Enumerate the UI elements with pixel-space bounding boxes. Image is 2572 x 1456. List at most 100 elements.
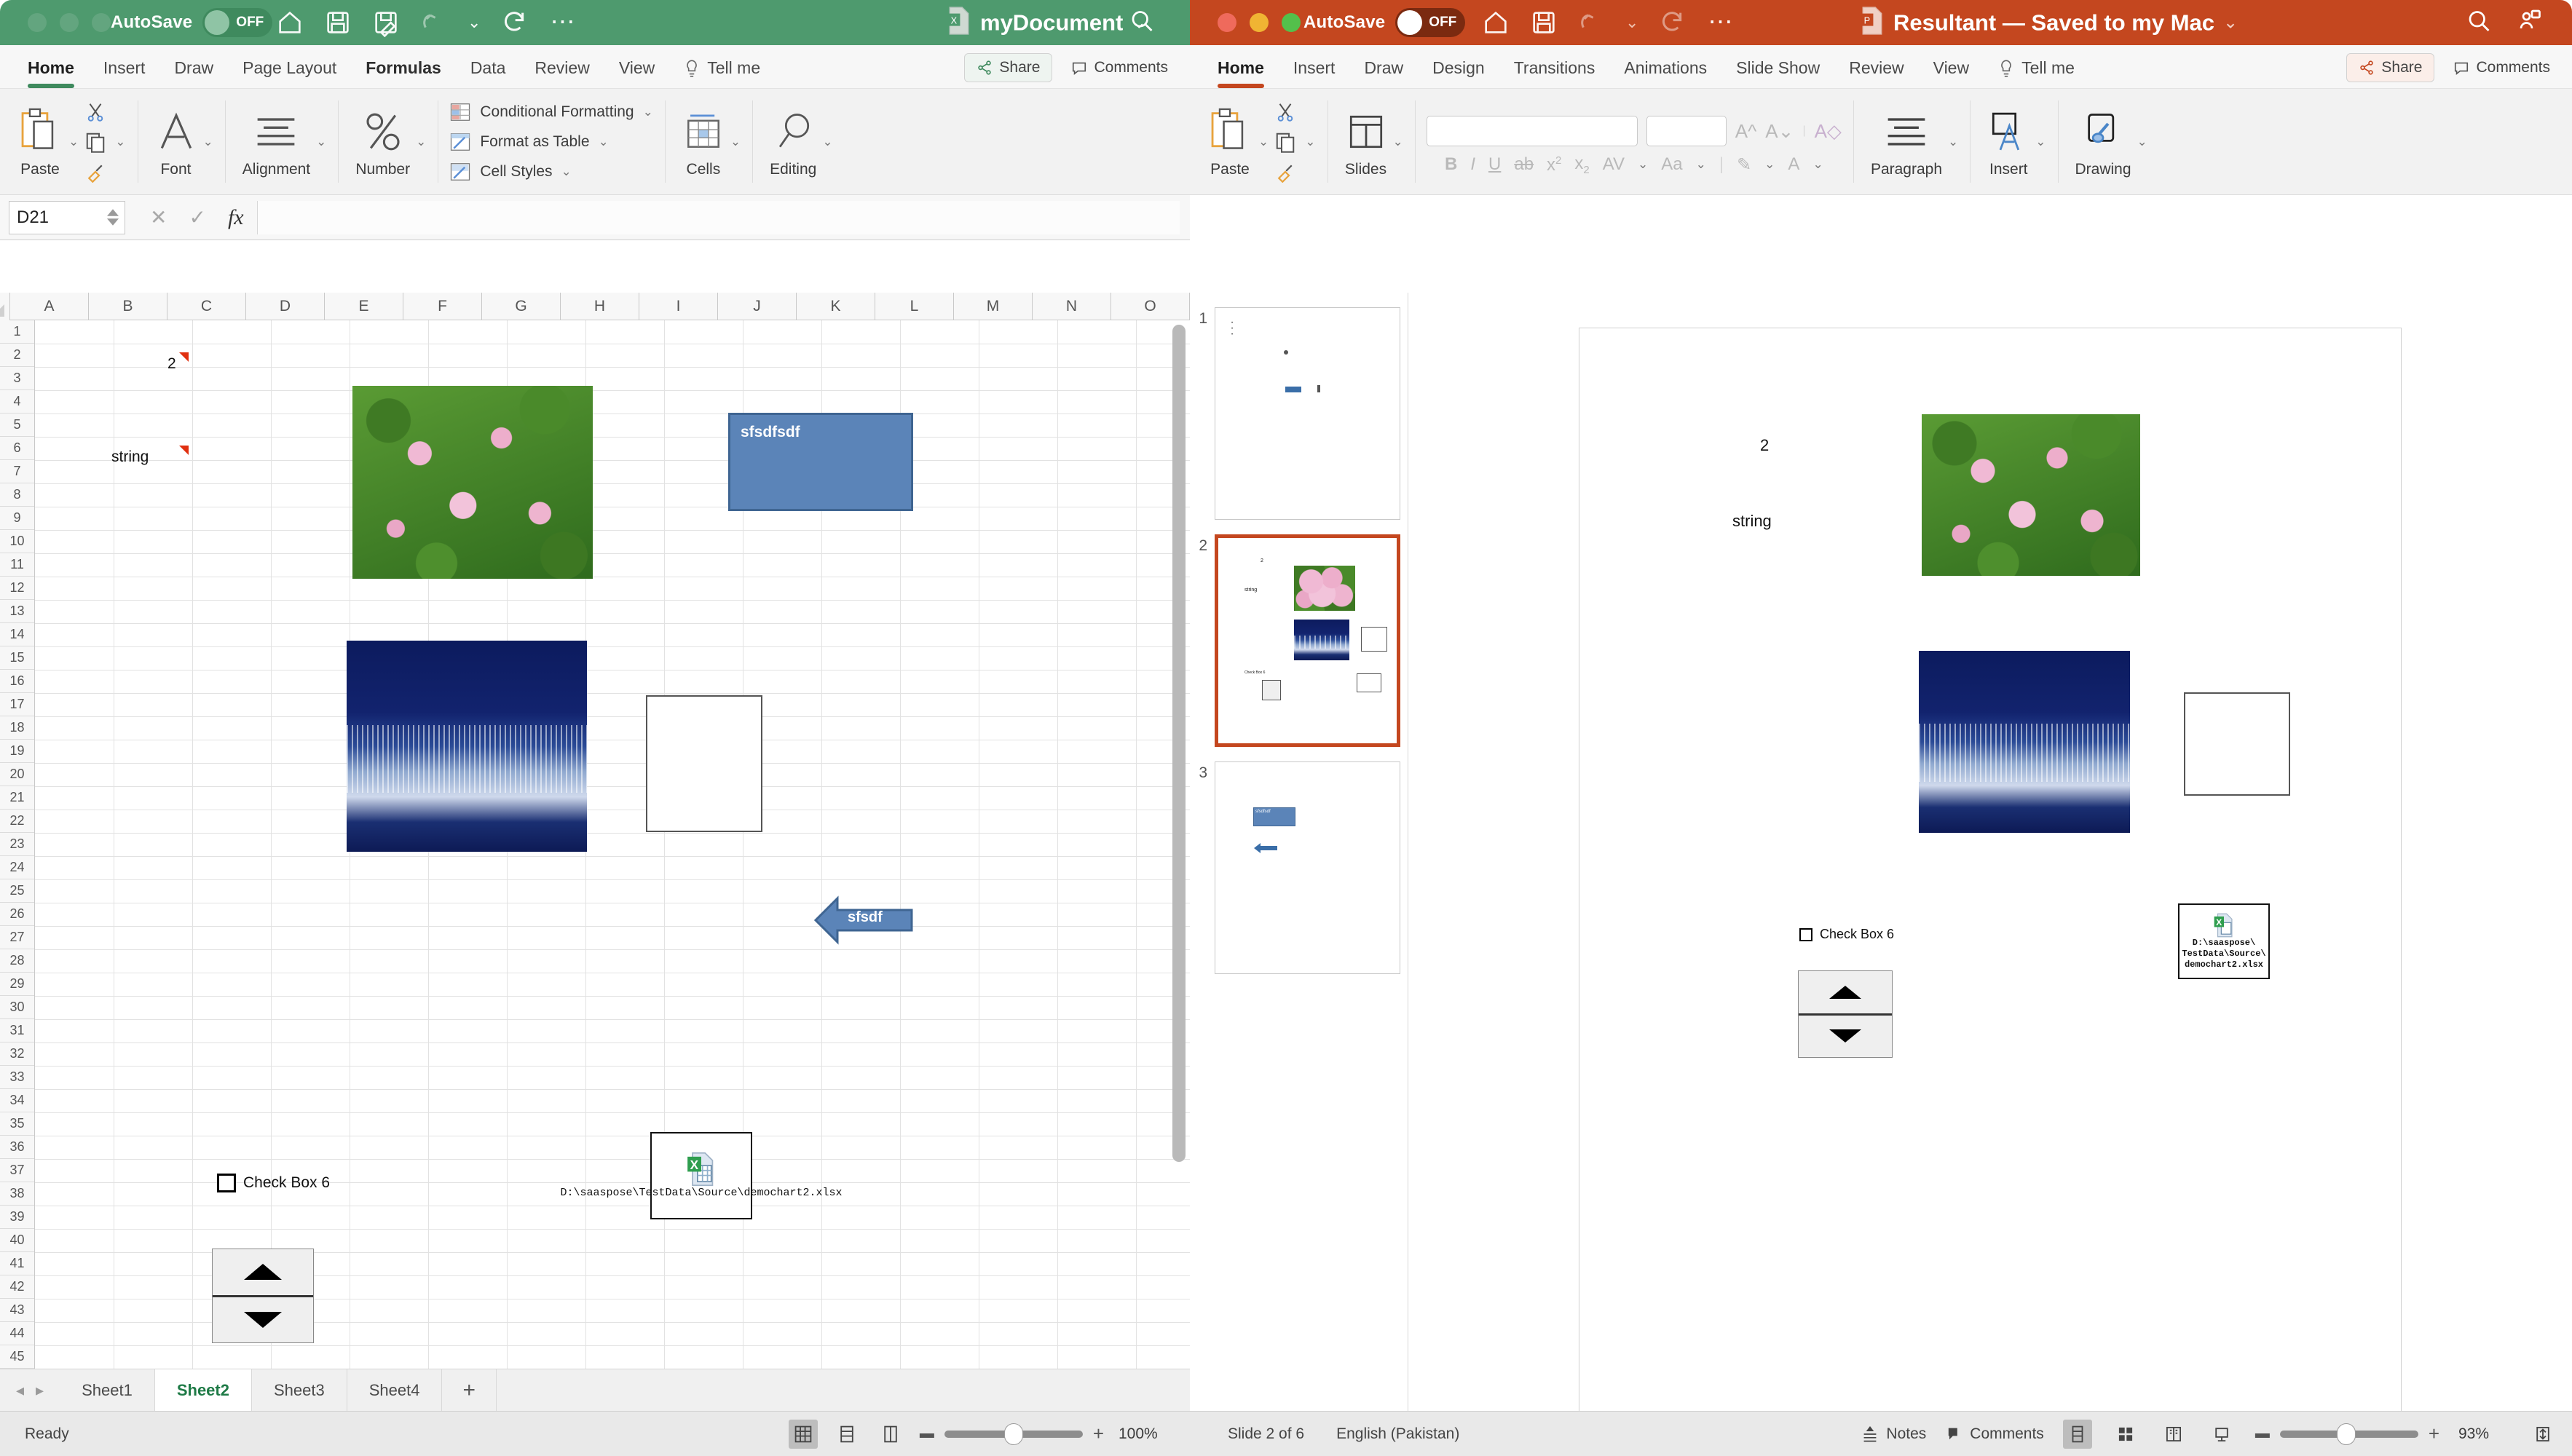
column-header-D[interactable]: D — [246, 293, 325, 320]
grid-cells[interactable]: 2 string sfsdfsdf sfsdf X D:\saaspose\Te… — [35, 320, 1190, 1369]
column-headers[interactable]: ABCDEFGHIJKLMNO — [0, 293, 1190, 320]
slide-check-box-6-control[interactable]: Check Box 6 — [1799, 927, 1894, 942]
font-size-input[interactable] — [1646, 116, 1727, 147]
row-headers[interactable]: 1 2 3 4 5 6 7 8 9 10 11 12 13 14 15 16 17 18 19 20 21 22 23 24 2… — [0, 320, 35, 1369]
spinner-up-button[interactable] — [213, 1249, 313, 1295]
close-button[interactable] — [28, 13, 47, 32]
clipboard-small-commands[interactable]: ⌄ — [1274, 101, 1316, 183]
current-slide[interactable]: 2 string Check Box 6 X D:\saaspose\ Test… — [1579, 328, 2402, 1456]
tab-animations[interactable]: Animations — [1609, 58, 1721, 88]
blue-forest-picture[interactable] — [347, 641, 587, 852]
sheet-nav-arrows[interactable]: ◂ ▸ — [0, 1369, 60, 1411]
row-header-8[interactable]: 8 — [0, 483, 34, 507]
autosave-toggle[interactable]: OFF — [1395, 8, 1466, 37]
font-color-chevron-icon[interactable]: ⌄ — [1812, 157, 1823, 172]
alignment-button[interactable]: Alignment — [237, 106, 316, 178]
home-icon[interactable] — [1481, 8, 1510, 37]
subscript-button[interactable]: x2 — [1574, 154, 1589, 176]
row-header-6[interactable]: 6 — [0, 437, 34, 460]
character-spacing-chevron-icon[interactable]: ⌄ — [1638, 157, 1648, 172]
row-header-36[interactable]: 36 — [0, 1136, 34, 1159]
drawing-button[interactable]: Drawing — [2070, 106, 2137, 178]
row-header-1[interactable]: 1 — [0, 320, 34, 344]
alignment-dropdown-chevron-icon[interactable]: ⌄ — [316, 135, 326, 149]
editing-button[interactable]: Editing — [764, 106, 822, 178]
row-header-42[interactable]: 42 — [0, 1275, 34, 1299]
row-header-19[interactable]: 19 — [0, 740, 34, 763]
tab-design[interactable]: Design — [1418, 58, 1499, 88]
share-button[interactable]: Share — [964, 53, 1053, 82]
underline-button[interactable]: U — [1488, 154, 1501, 175]
normal-view-button[interactable] — [788, 1419, 818, 1449]
minimize-button[interactable] — [1250, 13, 1269, 32]
row-header-13[interactable]: 13 — [0, 600, 34, 623]
zoom-in-icon[interactable]: + — [1093, 1423, 1104, 1445]
slide-blank-rectangle-shape[interactable] — [2184, 692, 2290, 796]
column-header-L[interactable]: L — [875, 293, 954, 320]
paste-dropdown-chevron-icon[interactable]: ⌄ — [68, 135, 79, 149]
row-header-14[interactable]: 14 — [0, 623, 34, 646]
row-header-22[interactable]: 22 — [0, 810, 34, 833]
clear-formatting-icon[interactable]: A◇ — [1815, 120, 1842, 143]
autosave-control[interactable]: AutoSave OFF — [111, 8, 273, 37]
name-box-spinner-icon[interactable] — [107, 209, 119, 226]
tab-home[interactable]: Home — [13, 58, 89, 88]
row-header-26[interactable]: 26 — [0, 903, 34, 926]
formula-bar-buttons[interactable]: ✕ ✓ fx — [150, 205, 244, 230]
tab-slide-show[interactable]: Slide Show — [1721, 58, 1834, 88]
save-as-icon[interactable] — [371, 8, 401, 37]
zoom-button[interactable] — [1282, 13, 1301, 32]
page-layout-view-button[interactable] — [832, 1420, 861, 1449]
paste-button[interactable]: Paste — [12, 106, 68, 178]
row-header-10[interactable]: 10 — [0, 530, 34, 553]
cut-button[interactable] — [84, 101, 125, 123]
row-header-24[interactable]: 24 — [0, 856, 34, 879]
slide-thumbnail-2[interactable]: 2 string Check Box 6 — [1215, 534, 1400, 747]
sheet-tab-sheet3[interactable]: Sheet3 — [252, 1369, 347, 1411]
notes-button[interactable]: Notes — [1861, 1425, 1926, 1443]
font-color-icon[interactable]: A — [1788, 154, 1799, 175]
reading-view-button[interactable] — [2159, 1420, 2188, 1449]
window-controls[interactable] — [28, 13, 111, 32]
autosave-toggle[interactable]: OFF — [202, 8, 273, 37]
more-options-icon[interactable]: ⋯ — [1705, 8, 1735, 37]
slide-sorter-view-button[interactable] — [2111, 1420, 2140, 1449]
highlight-color-icon[interactable]: ✎ — [1737, 154, 1751, 175]
row-header-12[interactable]: 12 — [0, 577, 34, 600]
row-header-28[interactable]: 28 — [0, 949, 34, 973]
row-header-37[interactable]: 37 — [0, 1159, 34, 1182]
column-header-M[interactable]: M — [954, 293, 1033, 320]
cell-B7[interactable]: string — [111, 448, 149, 466]
zoom-slider[interactable]: ▬ + — [920, 1423, 1104, 1445]
strikethrough-button[interactable]: ab — [1514, 154, 1534, 175]
paragraph-button[interactable]: Paragraph — [1865, 106, 1948, 178]
zoom-out-icon[interactable]: ▬ — [2255, 1425, 2270, 1442]
increase-font-size-icon[interactable]: A^ — [1735, 120, 1757, 143]
column-header-H[interactable]: H — [561, 293, 639, 320]
name-box[interactable]: D21 — [9, 200, 125, 234]
comments-button[interactable]: Comments — [1945, 1425, 2044, 1443]
tab-view[interactable]: View — [604, 58, 669, 88]
row-header-9[interactable]: 9 — [0, 507, 34, 530]
spinner-down-button[interactable] — [1799, 1013, 1892, 1057]
formula-bar[interactable]: D21 ✕ ✓ fx — [0, 195, 1190, 240]
zoom-knob[interactable] — [2336, 1423, 2356, 1445]
tab-tell-me[interactable]: Tell me — [669, 58, 775, 88]
decrease-font-size-icon[interactable]: A⌄ — [1765, 120, 1794, 143]
row-header-4[interactable]: 4 — [0, 390, 34, 414]
redo-icon[interactable] — [500, 8, 529, 37]
insert-function-icon[interactable]: fx — [228, 205, 244, 230]
row-header-7[interactable]: 7 — [0, 460, 34, 483]
zoom-in-icon[interactable]: + — [2429, 1423, 2439, 1445]
row-header-5[interactable]: 5 — [0, 414, 34, 437]
column-header-I[interactable]: I — [639, 293, 718, 320]
row-header-27[interactable]: 27 — [0, 926, 34, 949]
zoom-out-icon[interactable]: ▬ — [920, 1425, 934, 1442]
number-dropdown-chevron-icon[interactable]: ⌄ — [416, 135, 426, 149]
excel-ribbon-right[interactable]: Share Comments — [964, 53, 1180, 82]
row-header-45[interactable]: 45 — [0, 1345, 34, 1369]
thumbnail-row-1[interactable]: 1 • • • — [1190, 300, 1408, 527]
copy-dropdown-chevron-icon[interactable]: ⌄ — [115, 135, 125, 149]
tab-review[interactable]: Review — [520, 58, 604, 88]
cells-button[interactable]: Cells — [676, 106, 730, 178]
